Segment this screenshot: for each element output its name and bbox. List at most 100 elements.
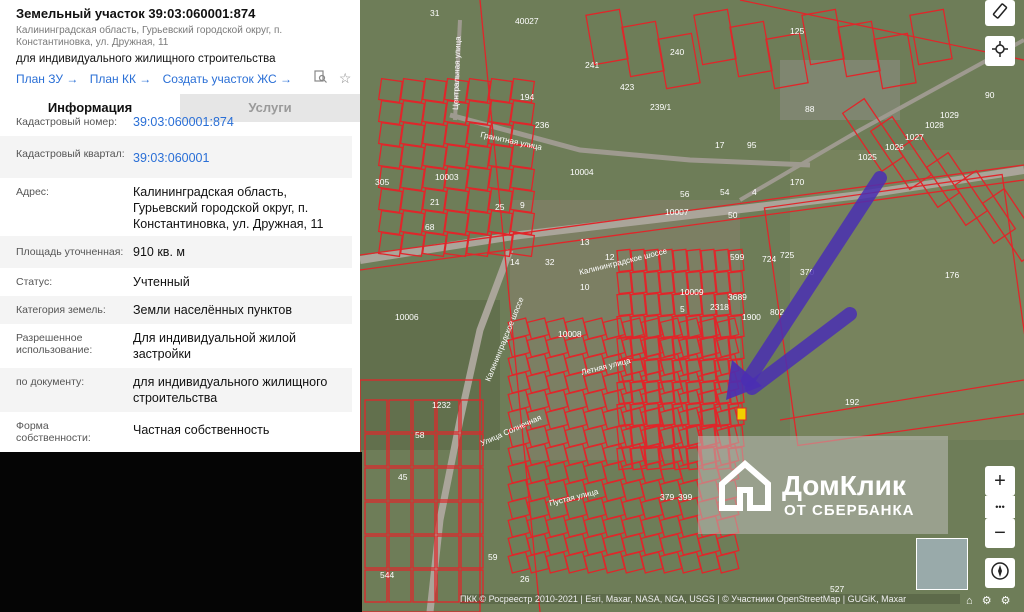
parcel-info-panel: Земельный участок 39:03:060001:874 Калин… (0, 0, 360, 452)
plan-zu-link[interactable]: План ЗУ → (16, 72, 78, 86)
parcel-label: 45 (398, 472, 408, 482)
parcel-label: 54 (720, 187, 730, 197)
parcel-label: 379 (660, 492, 674, 502)
parcel-label: 50 (728, 210, 738, 220)
parcel-label: 725 (780, 250, 794, 260)
parcel-label: 544 (380, 570, 394, 580)
plan-kk-link[interactable]: План КК → (90, 72, 152, 86)
parcel-label: 88 (805, 104, 815, 114)
parcel-label: 90 (985, 90, 995, 100)
selected-parcel[interactable] (736, 407, 747, 421)
more-icon: ••• (995, 502, 1005, 512)
row-value: для индивидуального жилищного строительс… (133, 375, 328, 405)
parcel-label: 12 (605, 252, 615, 262)
parcel-label: 170 (790, 177, 804, 187)
parcel-label: 1029 (940, 110, 959, 120)
row-value: Учтенный (133, 275, 190, 289)
basemap-thumbnail[interactable] (916, 538, 968, 590)
parcel-label: 13 (580, 237, 590, 247)
row-value[interactable]: 39:03:060001 (133, 150, 345, 166)
ruler-button[interactable] (985, 0, 1015, 26)
row-by-document: по документу: для индивидуального жилищн… (0, 368, 352, 412)
panel-purpose: для индивидуального жилищного строительс… (16, 53, 276, 65)
parcel-label: 240 (670, 47, 684, 57)
row-label: Кадастровый номер: (16, 116, 118, 128)
create-parcel-link[interactable]: Создать участок ЖС → (163, 72, 292, 86)
parcel-label: 56 (680, 189, 690, 199)
parcel-label: 1025 (858, 152, 877, 162)
parcel-label: 724 (762, 254, 776, 264)
gear-icon[interactable]: ⚙ (982, 595, 992, 607)
row-label: Статус: (16, 276, 53, 288)
parcel-label: 14 (510, 257, 520, 267)
star-icon[interactable]: ☆ (339, 70, 352, 86)
row-label: Адрес: (16, 186, 49, 198)
parcel-label: 176 (945, 270, 959, 280)
map-attribution: ПКК © Росреестр 2010-2021 | Esri, Maxar,… (460, 594, 960, 604)
parcel-label: 10006 (395, 312, 419, 322)
row-label: Разрешенное использование: (16, 332, 93, 356)
row-permitted-use: Разрешенное использование: Для индивидуа… (0, 324, 352, 368)
parcel-label: 4 (752, 187, 757, 197)
parcel-label: 25 (495, 202, 505, 212)
gear-icon[interactable]: ⚙ (1001, 595, 1011, 607)
search-doc-icon[interactable] (314, 70, 331, 86)
panel-address: Калининградская область, Гурьевский горо… (16, 25, 283, 48)
parcel-label: 399 (678, 492, 692, 502)
compass-button[interactable] (985, 558, 1015, 588)
panel-links: План ЗУ → План КК → Создать участок ЖС → (16, 72, 300, 86)
parcel-label: 2318 (710, 302, 729, 312)
locate-button[interactable] (985, 36, 1015, 66)
parcel-label: 40027 (515, 16, 539, 26)
parcel-label: 527 (830, 584, 844, 594)
parcel-label: 1028 (925, 120, 944, 130)
parcel-label: 9 (520, 200, 525, 210)
watermark-subtitle: ОТ СБЕРБАНКА (784, 502, 915, 519)
row-value: Земли населённых пунктов (133, 303, 292, 317)
parcel-label: 26 (520, 574, 530, 584)
parcel-label: 95 (747, 140, 757, 150)
watermark-title: ДомКлик (782, 470, 906, 501)
minus-icon: − (994, 521, 1006, 544)
row-label: Категория земель: (16, 304, 106, 316)
parcel-label: 241 (585, 60, 599, 70)
row-area: Площадь уточненная: 910 кв. м (0, 236, 352, 268)
row-label: Форма собственности: (16, 420, 91, 444)
parcel-label: 239/1 (650, 102, 672, 112)
parcel-label: 31 (430, 8, 440, 18)
parcel-label: 192 (845, 397, 859, 407)
more-button[interactable]: ••• (985, 496, 1015, 518)
row-category: Категория земель: Земли населённых пункт… (0, 296, 352, 324)
parcel-label: 1232 (432, 400, 451, 410)
row-address: Адрес: Калининградская область, Гурьевск… (0, 178, 352, 236)
parcel-label: 1027 (905, 132, 924, 142)
zoom-out-button[interactable]: − (985, 518, 1015, 548)
parcel-label: 10009 (680, 287, 704, 297)
parcel-label: 599 (730, 252, 744, 262)
home-icon[interactable]: ⌂ (966, 595, 973, 607)
zoom-in-button[interactable]: + (985, 466, 1015, 496)
compass-icon (991, 561, 1009, 585)
parcel-label: 1026 (885, 142, 904, 152)
panel-title: Земельный участок 39:03:060001:874 (16, 6, 256, 21)
parcel-label: 58 (415, 430, 425, 440)
row-value: Для индивидуальной жилой застройки (133, 331, 296, 361)
attr-icons: ⌂ ⚙ ⚙ (966, 594, 1011, 607)
row-label: Кадастровый квартал: (16, 148, 125, 160)
row-ownership: Форма собственности: Частная собственнос… (0, 412, 352, 452)
parcel-label: 21 (430, 197, 440, 207)
parcel-label: 68 (425, 222, 435, 232)
parcel-label: 59 (488, 552, 498, 562)
parcel-label: 17 (715, 140, 725, 150)
row-quarter: Кадастровый квартал: 39:03:060001 (0, 136, 352, 178)
parcel-label: 10 (580, 282, 590, 292)
parcel-label: 423 (620, 82, 634, 92)
row-value: Частная собственность (133, 423, 270, 437)
parcel-label: 10007 (665, 207, 689, 217)
row-label: Площадь уточненная: (16, 246, 124, 258)
row-cadastral-number: Кадастровый номер: 39:03:060001:874 (0, 114, 352, 130)
parcel-label: 10003 (435, 172, 459, 182)
panel-actions: ☆ (306, 70, 351, 87)
plus-icon: + (994, 469, 1006, 492)
row-value[interactable]: 39:03:060001:874 (133, 114, 345, 130)
